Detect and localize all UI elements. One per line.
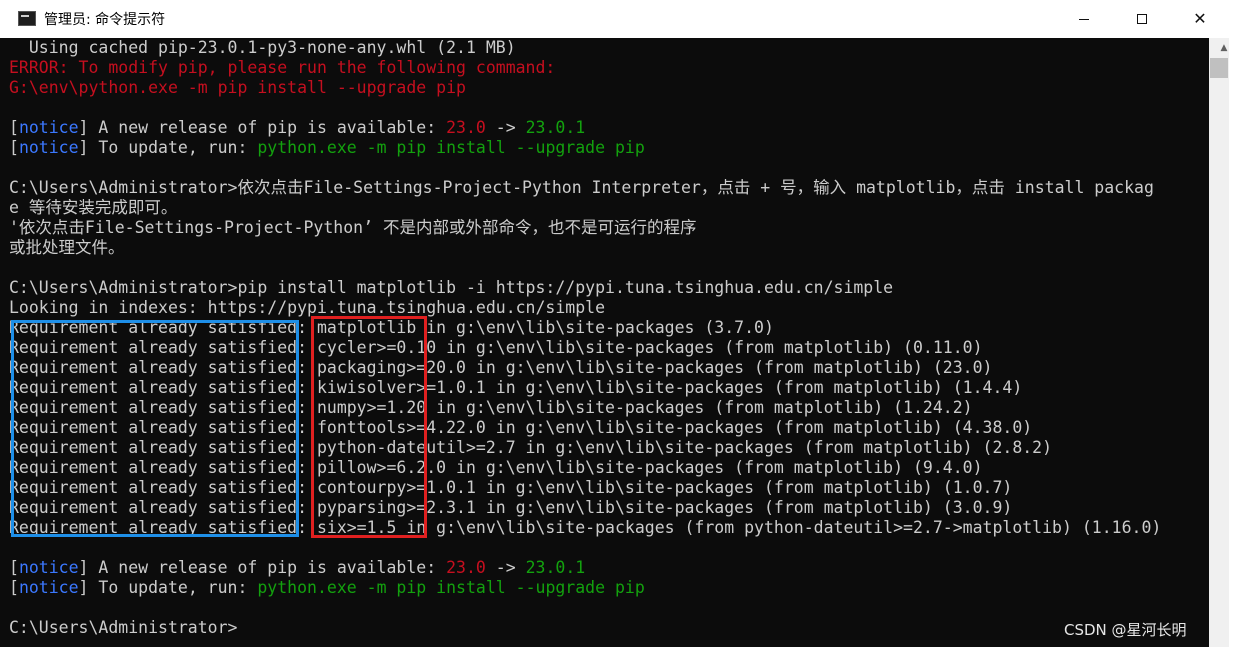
notice-bracket: [ xyxy=(9,138,19,157)
update-command: python.exe -m pip install --upgrade pip xyxy=(257,138,645,157)
close-icon: ✕ xyxy=(1193,9,1207,28)
notice-bracket: [ xyxy=(9,558,19,577)
notice-update-line: [notice] To update, run: python.exe -m p… xyxy=(9,138,645,158)
notice-release-line: [notice] A new release of pip is availab… xyxy=(9,558,585,578)
watermark: CSDN @星河长明 xyxy=(1064,621,1187,639)
notice-bracket: [ xyxy=(9,118,19,137)
notice-text: ] A new release of pip is available: xyxy=(78,558,447,577)
notice-release-line: [notice] A new release of pip is availab… xyxy=(9,118,585,138)
notice-text: ] To update, run: xyxy=(78,138,258,157)
console-line: C:\Users\Administrator>依次点击File-Settings… xyxy=(9,178,1154,197)
notice-update-line: [notice] To update, run: python.exe -m p… xyxy=(9,578,645,598)
maximize-button[interactable] xyxy=(1113,0,1171,38)
minimize-button[interactable] xyxy=(1055,0,1113,38)
highlight-box-packages xyxy=(311,316,427,538)
update-command: python.exe -m pip install --upgrade pip xyxy=(257,578,645,597)
new-version: 23.0.1 xyxy=(525,118,586,137)
notice-bracket: [ xyxy=(9,578,19,597)
notice-text: ] A new release of pip is available: xyxy=(78,118,447,137)
console-line: Looking in indexes: https://pypi.tuna.ts… xyxy=(9,298,606,317)
notice-tag: notice xyxy=(18,558,79,577)
console-line: e 等待安装完成即可。 xyxy=(9,198,178,217)
console-line: Using cached pip-23.0.1-py3-none-any.whl… xyxy=(9,38,516,57)
prompt-line[interactable]: C:\Users\Administrator> xyxy=(9,618,237,638)
cmd-icon xyxy=(18,11,36,26)
notice-tag: notice xyxy=(18,138,79,157)
error-command-line: G:\env\python.exe -m pip install --upgra… xyxy=(9,78,466,97)
close-button[interactable]: ✕ xyxy=(1171,0,1229,38)
version-arrow: -> xyxy=(485,558,526,577)
old-version: 23.0 xyxy=(446,558,486,577)
command-line: C:\Users\Administrator>pip install matpl… xyxy=(9,278,894,297)
old-version: 23.0 xyxy=(446,118,486,137)
highlight-box-requirement xyxy=(11,320,299,537)
title-bar[interactable]: 管理员: 命令提示符 ✕ xyxy=(0,0,1239,38)
notice-text: ] To update, run: xyxy=(78,578,258,597)
scrollbar-edge xyxy=(1229,38,1239,647)
notice-tag: notice xyxy=(18,118,79,137)
minimize-icon xyxy=(1079,18,1089,20)
vertical-scrollbar[interactable]: ▲ xyxy=(1209,38,1239,647)
cmd-window: 管理员: 命令提示符 ✕ Using cached pip-23.0.1-py3… xyxy=(0,0,1239,647)
maximize-icon xyxy=(1137,14,1147,24)
notice-tag: notice xyxy=(18,578,79,597)
version-arrow: -> xyxy=(485,118,526,137)
window-title: 管理员: 命令提示符 xyxy=(44,12,166,28)
new-version: 23.0.1 xyxy=(525,558,586,577)
scrollbar-thumb[interactable] xyxy=(1210,58,1228,78)
console-line: 或批处理文件。 xyxy=(9,238,125,257)
error-line: ERROR: To modify pip, please run the fol… xyxy=(9,58,556,77)
console-line: '依次点击File-Settings-Project-Python’ 不是内部或… xyxy=(9,218,697,237)
